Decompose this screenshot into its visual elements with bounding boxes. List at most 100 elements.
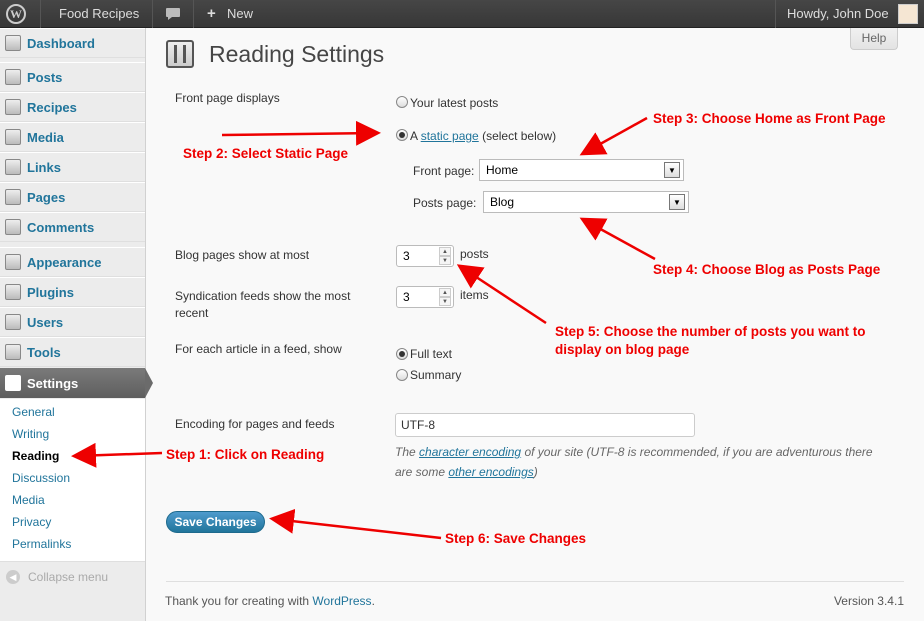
- settings-icon: [5, 375, 21, 391]
- front-page-select-label: Front page:: [413, 164, 475, 178]
- sidebar-item-label: Dashboard: [27, 35, 95, 51]
- appearance-icon: [5, 254, 21, 270]
- sidebar-item-users[interactable]: Users: [0, 307, 145, 337]
- footer-version: Version 3.4.1: [833, 594, 904, 608]
- sidebar-item-posts[interactable]: Posts: [0, 62, 145, 92]
- sidebar-item-comments[interactable]: Comments: [0, 212, 145, 242]
- desc-text: of your site (UTF-8 is recommended, if y…: [524, 445, 873, 459]
- front-page-select[interactable]: Home ▼: [479, 159, 684, 181]
- sidebar-item-plugins[interactable]: Plugins: [0, 277, 145, 307]
- desc-text: The: [395, 445, 416, 459]
- other-encodings-link[interactable]: other encodings: [448, 465, 533, 479]
- collapse-menu-button[interactable]: ◀ Collapse menu: [6, 570, 108, 584]
- sidebar-item-label: Media: [27, 129, 64, 145]
- pin-icon: [5, 99, 21, 115]
- stepper-up-icon[interactable]: ▲: [439, 247, 451, 256]
- new-menu-link[interactable]: New: [227, 0, 253, 28]
- sidebar-item-label: Plugins: [27, 284, 74, 300]
- sidebar-item-recipes[interactable]: Recipes: [0, 92, 145, 122]
- sidebar-item-pages[interactable]: Pages: [0, 182, 145, 212]
- stepper-up-icon[interactable]: ▲: [439, 288, 451, 297]
- posts-page-selected: Blog: [490, 195, 515, 209]
- sidebar-item-media[interactable]: Media: [0, 122, 145, 152]
- submenu-discussion[interactable]: Discussion: [12, 471, 70, 485]
- latest-posts-label: Your latest posts: [410, 96, 499, 110]
- sidebar-item-label: Links: [27, 159, 61, 175]
- avatar[interactable]: [898, 4, 918, 24]
- footer-credit: Thank you for creating with WordPress.: [165, 594, 375, 608]
- latest-posts-radio[interactable]: [396, 96, 408, 108]
- media-icon: [5, 129, 21, 145]
- step1-annotation: Step 1: Click on Reading: [166, 447, 325, 462]
- sidebar-item-label: Users: [27, 314, 64, 330]
- submenu-permalinks[interactable]: Permalinks: [12, 537, 71, 551]
- posts-page-select[interactable]: Blog ▼: [483, 191, 689, 213]
- submenu-writing[interactable]: Writing: [12, 427, 49, 441]
- encoding-label: Encoding for pages and feeds: [175, 417, 335, 431]
- full-text-radio[interactable]: [396, 348, 408, 360]
- posts-page-select-label: Posts page:: [413, 196, 477, 210]
- collapse-arrow-icon: ◀: [6, 570, 20, 584]
- encoding-description: The character encoding of your site (UTF…: [395, 442, 895, 482]
- step2-annotation: Step 2: Select Static Page: [183, 146, 349, 161]
- help-tab-button[interactable]: Help: [850, 28, 898, 50]
- summary-label: Summary: [410, 368, 462, 382]
- submenu-reading[interactable]: Reading: [12, 449, 59, 463]
- syndication-label-line2: recent: [175, 306, 209, 320]
- full-text-label: Full text: [410, 347, 453, 361]
- save-changes-button[interactable]: Save Changes: [166, 511, 265, 533]
- sidebar-item-label: Tools: [27, 344, 61, 360]
- separator: [40, 0, 41, 28]
- step6-annotation: Step 6: Save Changes: [445, 531, 587, 546]
- encoding-input[interactable]: UTF-8: [395, 413, 695, 437]
- dashboard-icon: [5, 35, 21, 51]
- static-page-radio[interactable]: [396, 129, 408, 141]
- sidebar-item-tools[interactable]: Tools: [0, 337, 145, 367]
- admin-sidebar: Dashboard Posts Recipes Media Links Page…: [0, 28, 153, 621]
- chevron-down-icon: ▼: [669, 194, 685, 210]
- sidebar-item-links[interactable]: Links: [0, 152, 145, 182]
- stepper-down-icon[interactable]: ▼: [439, 256, 451, 265]
- sidebar-item-appearance[interactable]: Appearance: [0, 247, 145, 277]
- syndication-stepper[interactable]: 3 ▲ ▼: [396, 286, 454, 308]
- greeting-link[interactable]: Howdy, John Doe: [787, 0, 889, 28]
- wordpress-logo-icon[interactable]: W: [6, 0, 34, 28]
- sidebar-item-label: Pages: [27, 189, 66, 205]
- sidebar-item-label: Comments: [27, 219, 95, 235]
- step3-annotation: Step 3: Choose Home as Front Page: [653, 111, 886, 126]
- pin-icon: [5, 69, 21, 85]
- blog-pages-value: 3: [403, 249, 410, 263]
- desc-text: ): [533, 465, 538, 479]
- static-page-link[interactable]: static page: [421, 129, 479, 143]
- sidebar-item-label: Settings: [27, 375, 79, 391]
- stepper-down-icon[interactable]: ▼: [439, 297, 451, 306]
- settings-sliders-icon: [166, 40, 194, 68]
- submenu-privacy[interactable]: Privacy: [12, 515, 51, 529]
- links-icon: [5, 159, 21, 175]
- static-page-label: A static page (select below): [410, 129, 556, 143]
- blog-pages-label: Blog pages show at most: [175, 248, 310, 262]
- syndication-unit: items: [460, 288, 489, 302]
- site-name-link[interactable]: Food Recipes: [59, 0, 139, 28]
- wordpress-link[interactable]: WordPress: [312, 594, 371, 608]
- footer-thanks: Thank you for creating with: [165, 594, 310, 608]
- submenu-general[interactable]: General: [12, 405, 55, 419]
- sidebar-item-label: Posts: [27, 69, 63, 85]
- summary-radio[interactable]: [396, 369, 408, 381]
- sidebar-item-dashboard[interactable]: Dashboard: [0, 28, 145, 58]
- blog-pages-unit: posts: [460, 247, 489, 261]
- separator: [193, 0, 194, 28]
- comments-bubble-icon[interactable]: [165, 0, 183, 28]
- character-encoding-link[interactable]: character encoding: [419, 445, 521, 459]
- submenu-media[interactable]: Media: [12, 493, 45, 507]
- plus-icon[interactable]: +: [207, 0, 216, 28]
- separator: [775, 0, 776, 28]
- plugins-icon: [5, 284, 21, 300]
- comments-icon: [5, 219, 21, 235]
- page-title: Reading Settings: [209, 41, 385, 67]
- sidebar-item-settings[interactable]: Settings: [0, 368, 153, 398]
- feed-show-label: For each article in a feed, show: [175, 342, 342, 356]
- blog-pages-stepper[interactable]: 3 ▲ ▼: [396, 245, 454, 267]
- step5-annotation-line2: display on blog page: [555, 342, 690, 357]
- static-prefix: A: [410, 129, 418, 143]
